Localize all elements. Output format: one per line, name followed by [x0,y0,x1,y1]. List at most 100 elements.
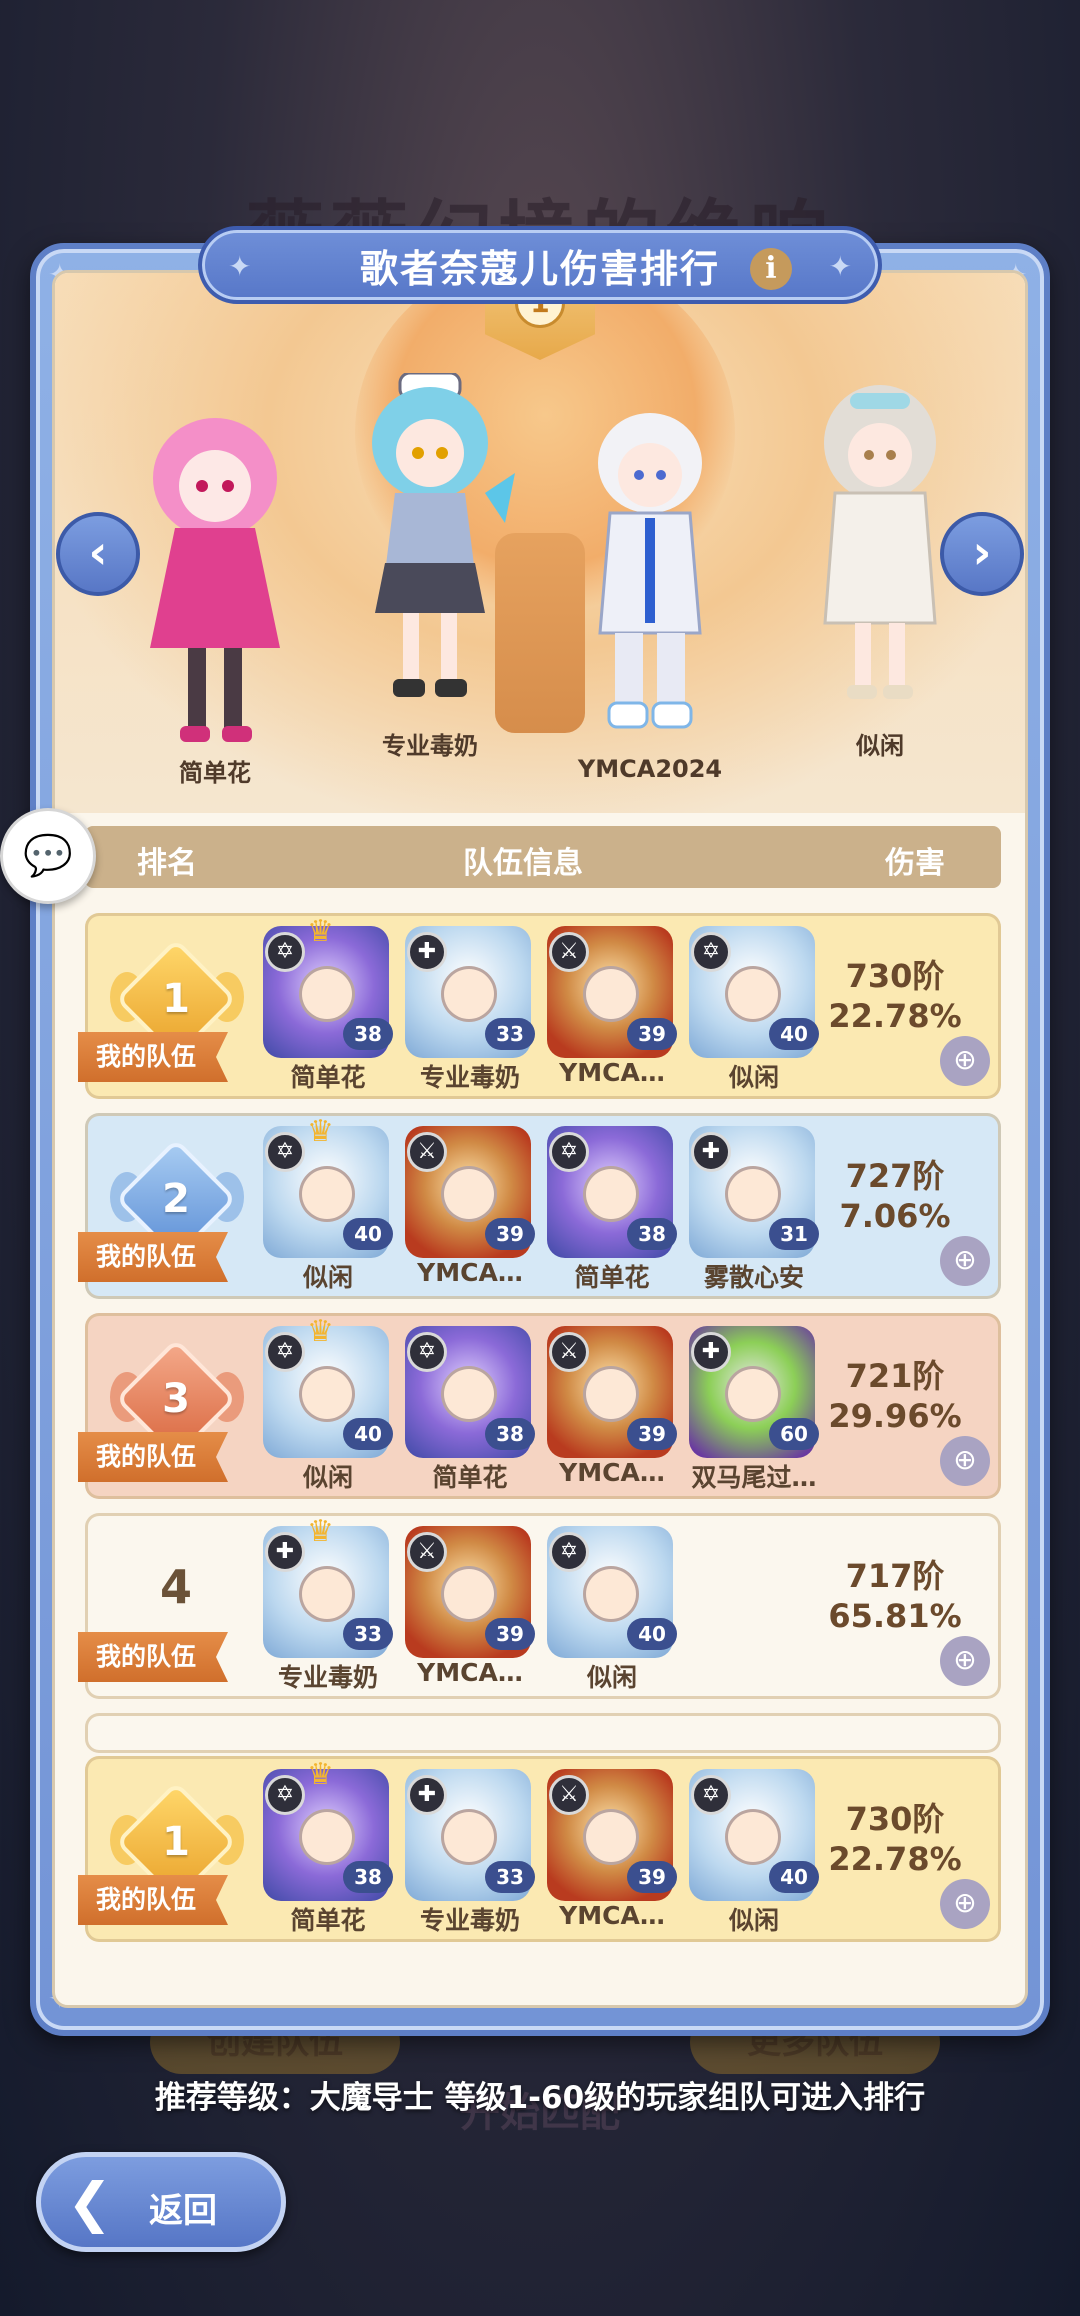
character-figure-1[interactable]: 简单花 [130,408,300,787]
team-row[interactable]: 3 我的队伍 ✡ ♛ 40 似闲 ✡ 38 简单花 ⚔ 39 YMCA… ✚ 60 双马尾过… 721阶 29.… [78,1313,1001,1499]
avatar-face [441,1166,497,1222]
member-name: 似闲 [586,1663,637,1692]
hexagram-class-icon: ✡ [549,1132,589,1172]
team-member[interactable]: ✡ ♛ 40 似闲 [263,1314,393,1496]
team-member[interactable]: ✚ 31 雾散心安 [689,1126,819,1296]
team-member[interactable]: ✡ 40 似闲 [547,1526,677,1696]
rank-number: 1 [162,1819,190,1865]
hexagram-class-icon: ✡ [407,1332,447,1372]
avatar-face [441,1809,497,1865]
header-team-info: 队伍信息 [463,846,583,881]
team-member[interactable]: ✚ 33 专业毒奶 [405,1769,535,1939]
zoom-in-icon[interactable]: ⊕ [940,1879,990,1929]
avatar-face [583,1809,639,1865]
member-level-badge: 33 [343,1618,393,1650]
team-member[interactable]: ✡ ♛ 38 简单花 [263,914,393,1096]
panel-title: 歌者奈蔻儿伤害排行 [359,246,720,291]
character-figure-3[interactable]: YMCA2024 [565,403,735,783]
member-level-badge: 38 [343,1018,393,1050]
cross-class-icon: ✚ [407,932,447,972]
team-member[interactable]: ⚔ 39 YMCA… [405,1526,535,1696]
chat-button[interactable]: 💬 [0,808,96,904]
zoom-in-icon[interactable]: ⊕ [940,1236,990,1286]
character-figure-4[interactable]: 似闲 [795,373,965,760]
team-member[interactable]: ✡ ♛ 40 似闲 [263,1114,393,1296]
hexagram-class-icon: ✡ [265,1775,305,1815]
damage-tier: 730阶 [845,957,945,995]
team-member[interactable]: ✡ 38 简单花 [547,1126,677,1296]
recommend-level-text: 推荐等级：大魔导士 等级1-60级的玩家组队可进入排行 [154,2080,926,2116]
member-name: 似闲 [728,1063,779,1092]
member-level-badge: 39 [485,1618,535,1650]
prev-character-button[interactable]: ‹ [56,512,140,596]
sword-class-icon: ⚔ [407,1132,447,1172]
avatar-face [725,1366,781,1422]
team-row-partial[interactable] [85,1713,1001,1753]
avatar-face [583,1566,639,1622]
member-level-badge: 38 [485,1418,535,1450]
team-row[interactable]: 2 我的队伍 ✡ ♛ 40 似闲 ⚔ 39 YMCA… ✡ 38 简单花 ✚ 31 雾散心安 727阶 7.06… [78,1113,1001,1299]
team-member[interactable]: ⚔ 39 YMCA… [547,926,677,1096]
next-character-button[interactable]: › [940,512,1024,596]
team-member[interactable]: ✚ 33 专业毒奶 [405,926,535,1096]
team-member[interactable]: ✡ 38 简单花 [405,1326,535,1496]
rank-number: 2 [162,1176,190,1222]
my-team-tag: 我的队伍 [78,1875,228,1925]
character-name: 专业毒奶 [382,732,478,760]
team-member[interactable]: ✡ 40 似闲 [689,926,819,1096]
hexagram-class-icon: ✡ [265,932,305,972]
team-member[interactable]: ✚ ♛ 33 专业毒奶 [263,1514,393,1696]
damage-value: 730阶 22.78% [810,1799,980,1879]
avatar-face [725,1166,781,1222]
avatar-face [299,1809,355,1865]
team-row[interactable]: 4 我的队伍 ✚ ♛ 33 专业毒奶 ⚔ 39 YMCA… ✡ 40 似闲 717阶 65.81% ⊕ [78,1513,1001,1699]
avatar-face [583,1166,639,1222]
back-button[interactable]: ❮ 返回 [36,2152,286,2252]
my-team-tag: 我的队伍 [78,1632,228,1682]
zoom-in-icon[interactable]: ⊕ [940,1436,990,1486]
damage-tier: 717阶 [845,1557,945,1595]
team-member[interactable]: ⚔ 39 YMCA… [547,1326,677,1496]
chevron-right-icon: › [972,525,992,579]
avatar-face [725,966,781,1022]
character-figure-2[interactable]: 专业毒奶 [345,373,515,760]
sword-class-icon: ⚔ [549,1775,589,1815]
damage-value: 721阶 29.96% [810,1356,980,1436]
team-member[interactable]: ✡ 40 似闲 [689,1769,819,1939]
member-level-badge: 33 [485,1861,535,1893]
zoom-in-icon[interactable]: ⊕ [940,1036,990,1086]
avatar-face [441,1366,497,1422]
character-blue-figure-icon [372,373,515,697]
team-row[interactable]: 1 我的队伍 ✡ ♛ 38 简单花 ✚ 33 专业毒奶 ⚔ 39 YMCA… ✡ 40 似闲 730阶 22.7… [78,913,1001,1099]
member-level-badge: 40 [343,1218,393,1250]
avatar-face [299,1566,355,1622]
team-member[interactable]: ⚔ 39 YMCA… [405,1126,535,1296]
my-team-tag: 我的队伍 [78,1032,228,1082]
zoom-in-icon[interactable]: ⊕ [940,1636,990,1686]
damage-tier: 721阶 [845,1357,945,1395]
damage-value: 727阶 7.06% [810,1156,980,1236]
sword-class-icon: ⚔ [407,1532,447,1572]
avatar-face [299,1366,355,1422]
damage-percent: 29.96% [828,1397,962,1435]
member-name: 双马尾过… [691,1463,817,1492]
my-team-tag: 我的队伍 [78,1432,228,1482]
cross-class-icon: ✚ [265,1532,305,1572]
damage-value: 717阶 65.81% [810,1556,980,1636]
rank-number: 1 [162,976,190,1022]
team-member[interactable]: ✡ ♛ 38 简单花 [263,1757,393,1939]
my-team-tag: 我的队伍 [78,1232,228,1282]
header-damage: 伤害 [885,846,945,881]
team-member[interactable]: ✚ 60 双马尾过… [689,1326,819,1496]
sword-class-icon: ⚔ [549,1332,589,1372]
character-name: 简单花 [179,759,251,787]
avatar-face [583,966,639,1022]
sword-class-icon: ⚔ [549,932,589,972]
diamond-icon: ✦ [228,250,252,283]
panel-title-bar: ✦ 歌者奈蔻儿伤害排行 i ✦ [198,226,882,304]
team-row[interactable]: 1 我的队伍 ✡ ♛ 38 简单花 ✚ 33 专业毒奶 ⚔ 39 YMCA… ✡ 40 似闲 730阶 22.7… [78,1756,1001,1942]
team-member[interactable]: ⚔ 39 YMCA… [547,1769,677,1939]
character-white-figure-icon [598,413,702,729]
info-icon[interactable]: i [750,248,792,290]
crown-icon: ♛ [307,1514,334,1549]
